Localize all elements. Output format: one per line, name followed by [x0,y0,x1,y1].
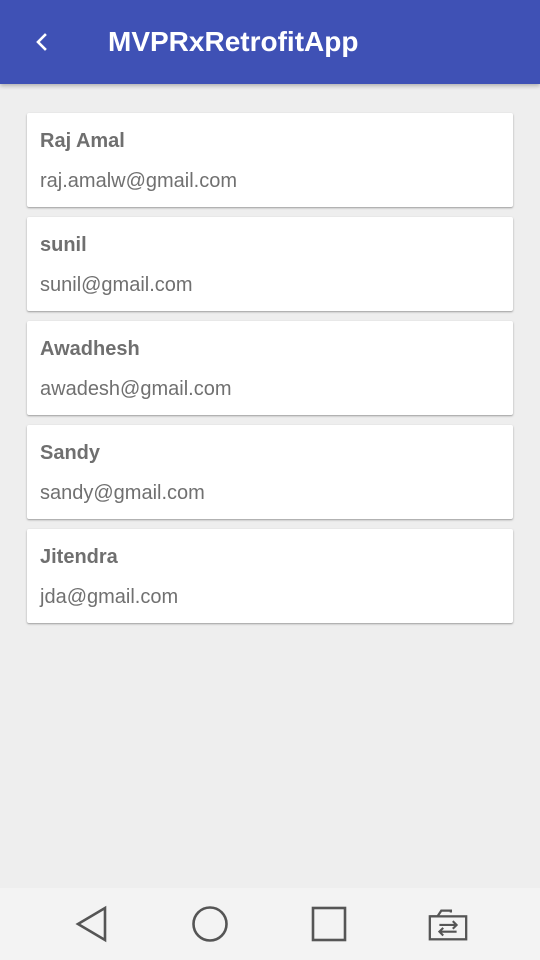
user-email: sandy@gmail.com [40,482,205,504]
user-name: sunil [40,234,87,256]
user-email: sunil@gmail.com [40,274,193,296]
user-email: jda@gmail.com [40,586,179,608]
app-title: MVPRxRetrofitApp [108,26,359,57]
chevron-left-icon [36,33,47,51]
switch-app-icon [428,909,468,941]
nav-home-button[interactable] [188,902,232,946]
user-name: Sandy [40,442,101,464]
home-circle-icon [192,906,228,942]
nav-back-button[interactable] [70,902,114,946]
user-card[interactable]: Awadhesh awadesh@gmail.com [27,321,513,415]
user-name: Jitendra [40,546,118,568]
nav-switch-app-button[interactable] [426,902,470,946]
user-name: Raj Amal [40,130,125,152]
user-list: Raj Amal raj.amalw@gmail.com sunil sunil… [27,113,513,633]
user-email: raj.amalw@gmail.com [40,170,238,192]
user-card[interactable]: Jitendra jda@gmail.com [27,529,513,623]
user-email: awadesh@gmail.com [40,378,232,400]
back-button[interactable] [22,22,62,62]
user-card[interactable]: Sandy sandy@gmail.com [27,425,513,519]
user-card[interactable]: Raj Amal raj.amalw@gmail.com [27,113,513,207]
user-name: Awadhesh [40,338,140,360]
back-triangle-icon [75,905,107,943]
user-card[interactable]: sunil sunil@gmail.com [27,217,513,311]
system-navigation-bar [0,888,540,960]
recents-square-icon [311,906,347,942]
nav-recents-button[interactable] [307,902,351,946]
app-bar: MVPRxRetrofitApp [0,0,540,84]
